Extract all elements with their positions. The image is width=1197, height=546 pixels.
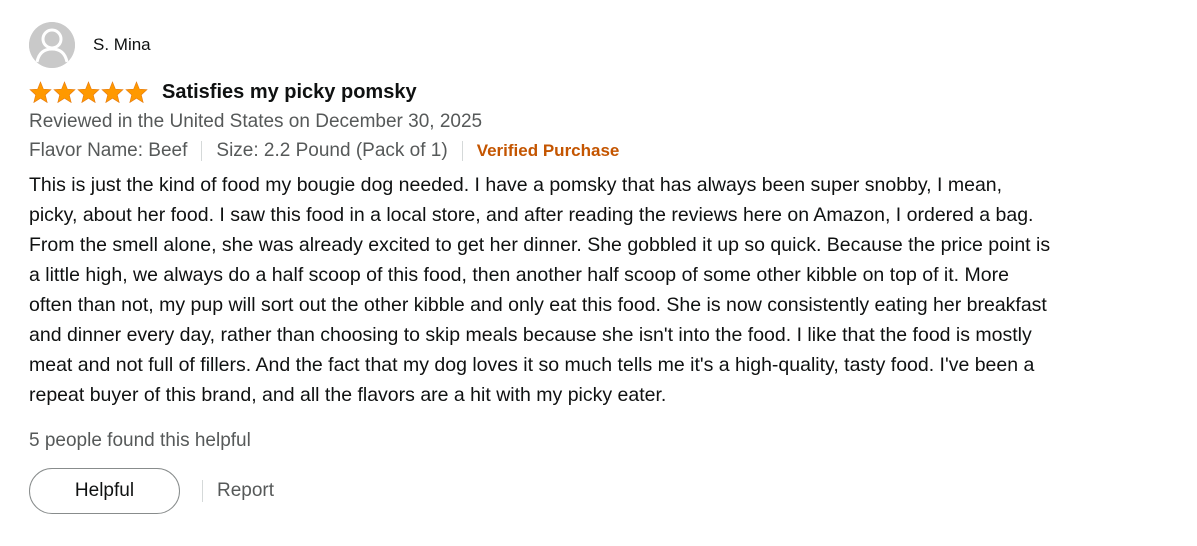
helpful-button[interactable]: Helpful [29,468,180,514]
meta-divider [461,141,463,161]
star-icon [77,81,100,103]
action-divider [202,480,203,502]
customer-review: S. Mina Satisfies my picky pomsky Review… [29,22,1059,514]
verified-purchase-badge[interactable]: Verified Purchase [477,138,620,164]
review-actions: Helpful Report [29,468,1059,514]
meta-divider [201,141,203,161]
user-avatar-icon [29,22,75,68]
reviewer-profile[interactable]: S. Mina [29,22,1059,68]
review-format-strip: Flavor Name: Beef Size: 2.2 Pound (Pack … [29,138,1059,164]
star-icon [125,81,148,103]
star-icon [101,81,124,103]
review-title-row: Satisfies my picky pomsky [29,79,1059,105]
size-name[interactable]: Size: 2.2 Pound (Pack of 1) [216,138,447,164]
review-date: Reviewed in the United States on Decembe… [29,111,483,132]
flavor-name[interactable]: Flavor Name: Beef [29,138,187,164]
star-rating[interactable] [29,81,148,103]
report-link[interactable]: Report [217,480,274,502]
review-title[interactable]: Satisfies my picky pomsky [162,81,417,104]
star-icon [29,81,52,103]
reviewer-name[interactable]: S. Mina [93,35,151,55]
helpful-count: 5 people found this helpful [29,430,251,451]
review-body: This is just the kind of food my bougie … [29,174,1051,406]
star-icon [53,81,76,103]
